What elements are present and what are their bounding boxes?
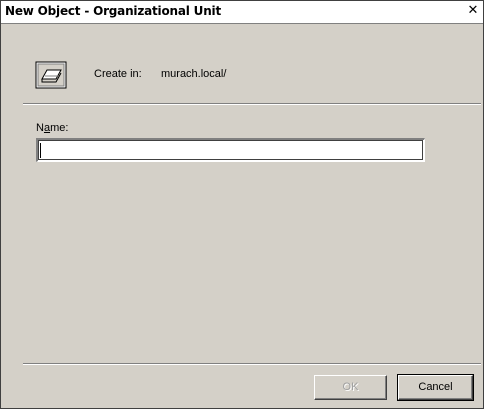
cancel-button[interactable]: Cancel	[397, 374, 474, 401]
top-separator	[23, 103, 481, 105]
create-in-label: Create in:	[94, 68, 142, 80]
folder-icon	[35, 61, 67, 89]
create-in-path: murach.local/	[161, 68, 227, 80]
name-label: Name:	[36, 122, 69, 134]
name-input[interactable]	[36, 138, 425, 162]
ok-button[interactable]: OK	[314, 375, 387, 400]
new-object-dialog: New Object - Organizational Unit ✕ Creat…	[0, 0, 484, 409]
bottom-separator	[23, 363, 481, 365]
window-title: New Object - Organizational Unit	[5, 4, 221, 18]
close-icon[interactable]: ✕	[465, 3, 481, 19]
text-caret	[40, 143, 41, 158]
title-bar[interactable]: New Object - Organizational Unit ✕	[1, 1, 483, 24]
